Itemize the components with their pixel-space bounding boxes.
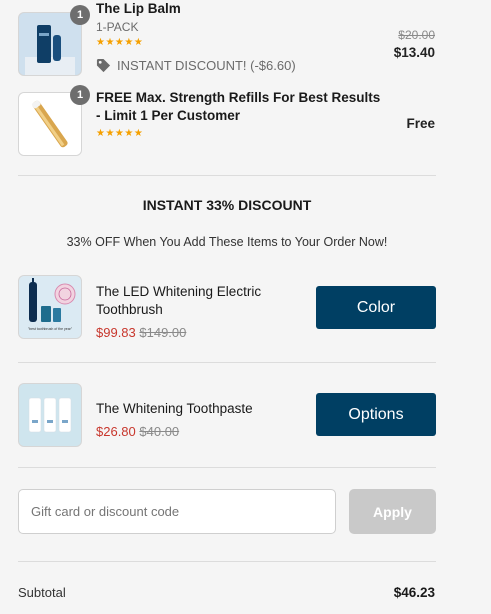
item-title[interactable]: The Lip Balm: [96, 1, 181, 16]
item-title-line1[interactable]: FREE Max. Strength Refills For Best Resu…: [96, 90, 380, 105]
discount-note: INSTANT DISCOUNT! (-$6.60): [96, 58, 296, 73]
original-price: $40.00: [139, 424, 180, 439]
upsell-subheading: 33% OFF When You Add These Items to Your…: [66, 235, 388, 249]
divider: [18, 561, 436, 562]
divider: [18, 362, 436, 363]
quantity-badge: 1: [70, 85, 90, 105]
divider: [18, 467, 436, 468]
discount-note-text: INSTANT DISCOUNT! (-$6.60): [117, 58, 296, 73]
image-caption: "best toothbrush of the year": [27, 327, 73, 331]
options-button[interactable]: Options: [316, 393, 436, 436]
toothbrush-image: "best toothbrush of the year": [18, 275, 82, 339]
product-prices: $99.83 $149.00: [96, 325, 186, 340]
item-price: Free: [406, 116, 435, 131]
toothpaste-image: [18, 383, 82, 447]
original-price: $20.00: [398, 28, 435, 42]
subtotal-label: Subtotal: [18, 585, 66, 600]
rating-stars: ★★★★★: [96, 128, 144, 139]
apply-button[interactable]: Apply: [349, 489, 436, 534]
product-title-line2[interactable]: Toothbrush: [96, 302, 163, 317]
upsell-heading: INSTANT 33% DISCOUNT: [142, 197, 312, 213]
rating-stars: ★★★★★: [96, 37, 144, 48]
product-prices: $26.80 $40.00: [96, 424, 179, 439]
product-title-line1[interactable]: The LED Whitening Electric: [96, 284, 261, 299]
item-variant: 1-PACK: [96, 20, 139, 34]
item-title-line2[interactable]: - Limit 1 Per Customer: [96, 108, 240, 123]
sale-price: $26.80: [96, 424, 136, 439]
refill-image: 1: [18, 85, 90, 156]
original-price: $149.00: [139, 325, 187, 340]
subtotal-value: $46.23: [393, 585, 435, 600]
tag-icon: [96, 58, 111, 73]
quantity-badge: 1: [70, 5, 90, 25]
product-title[interactable]: The Whitening Toothpaste: [96, 401, 253, 416]
lip-balm-image: 1: [18, 5, 90, 76]
sale-price: $99.83: [96, 325, 136, 340]
color-button[interactable]: Color: [316, 286, 436, 329]
divider: [18, 175, 436, 176]
discount-code-input[interactable]: [18, 489, 336, 534]
item-price: $13.40: [393, 45, 435, 60]
